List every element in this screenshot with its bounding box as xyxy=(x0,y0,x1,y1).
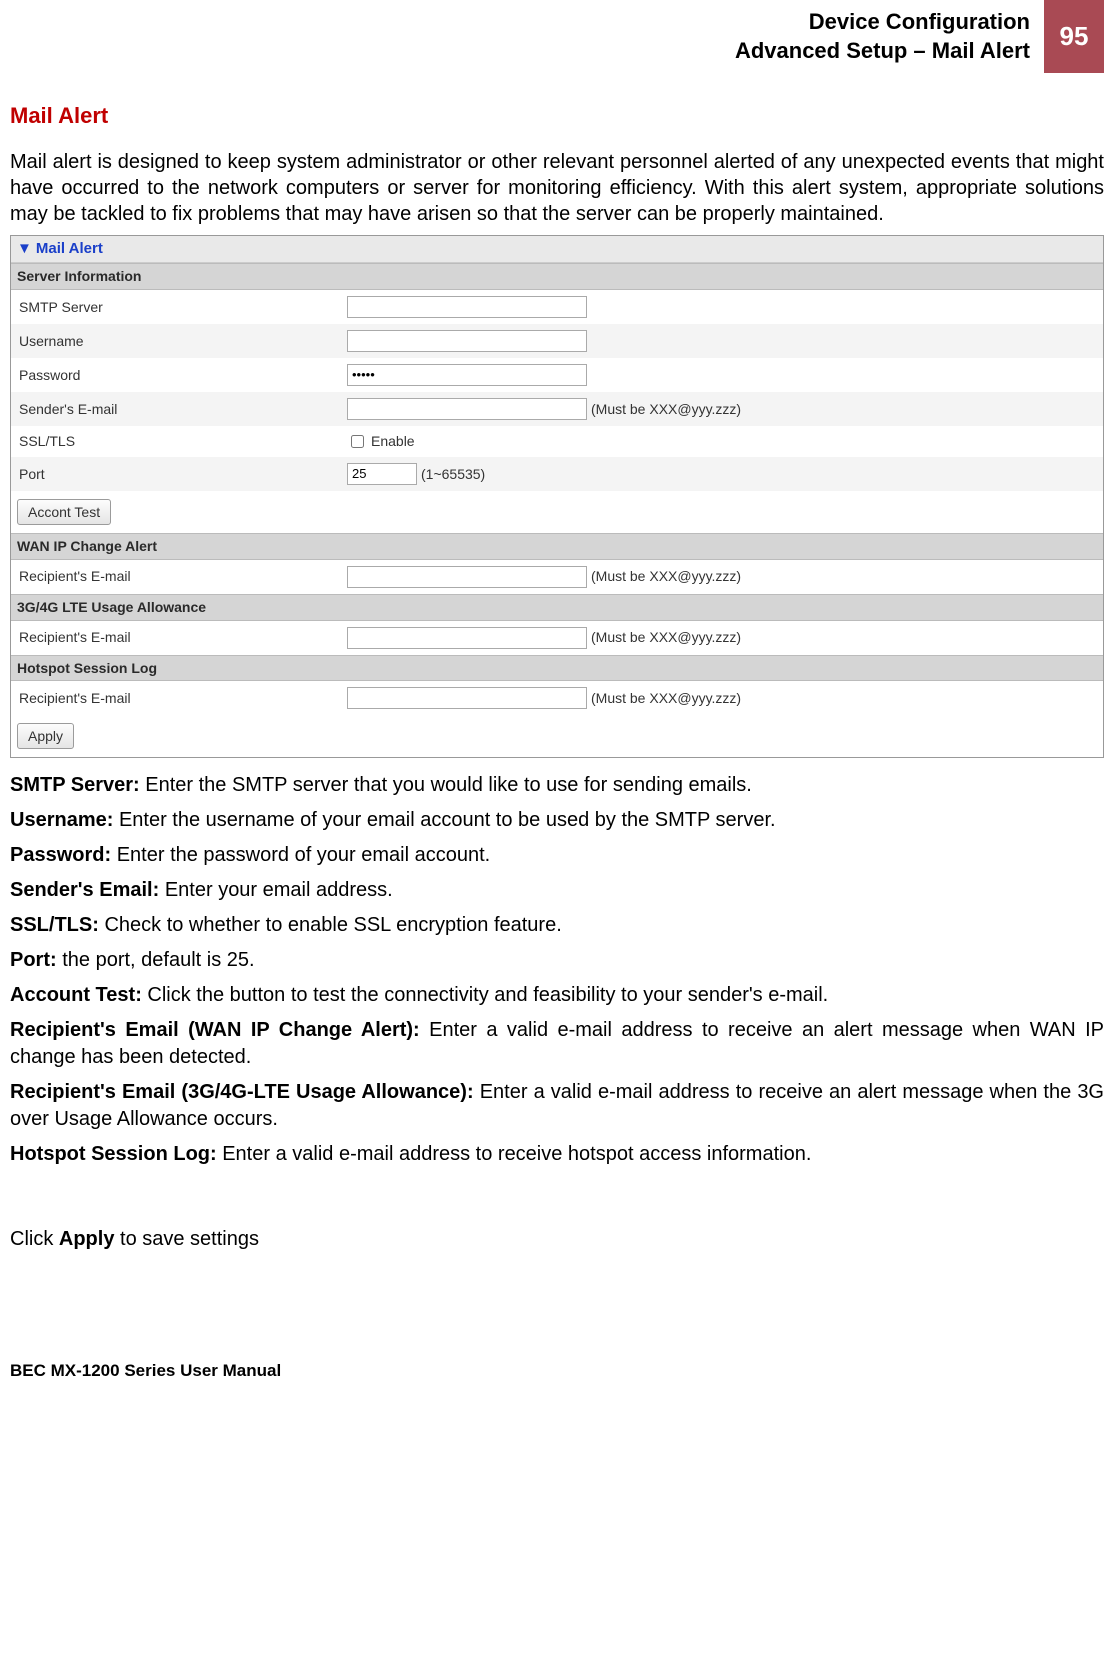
desc-hotspot-label: Hotspot Session Log: xyxy=(10,1143,222,1165)
row-sender-email: Sender's E-mail (Must be XXX@yyy.zzz) xyxy=(11,392,1103,426)
desc-port: Port: the port, default is 25. xyxy=(10,947,1104,974)
label-password: Password xyxy=(17,367,347,384)
row-port: Port (1~65535) xyxy=(11,457,1103,491)
desc-username: Username: Enter the username of your ema… xyxy=(10,807,1104,834)
server-information-heading: Server Information xyxy=(11,263,1103,290)
lte-recipient-input[interactable] xyxy=(347,627,587,649)
apply-instruction-post: to save settings xyxy=(114,1228,259,1250)
apply-instruction-pre: Click xyxy=(10,1228,59,1250)
desc-account-test-label: Account Test: xyxy=(10,984,147,1006)
row-apply: Apply xyxy=(11,715,1103,757)
password-input[interactable] xyxy=(347,364,587,386)
mail-alert-panel: ▼Mail Alert Server Information SMTP Serv… xyxy=(10,235,1104,758)
wan-ip-change-heading: WAN IP Change Alert xyxy=(11,533,1103,560)
desc-lte-recipient: Recipient's Email (3G/4G-LTE Usage Allow… xyxy=(10,1079,1104,1133)
port-input[interactable] xyxy=(347,463,417,485)
desc-sender-label: Sender's Email: xyxy=(10,879,165,901)
smtp-server-input[interactable] xyxy=(347,296,587,318)
row-account-test: Accont Test xyxy=(11,491,1103,533)
desc-smtp-label: SMTP Server: xyxy=(10,774,145,796)
ssl-enable-checkbox[interactable] xyxy=(351,435,364,448)
sender-email-hint: (Must be XXX@yyy.zzz) xyxy=(591,401,741,418)
desc-ssl-text: Check to whether to enable SSL encryptio… xyxy=(104,914,561,936)
row-smtp: SMTP Server xyxy=(11,290,1103,324)
desc-password: Password: Enter the password of your ema… xyxy=(10,842,1104,869)
label-ssl: SSL/TLS xyxy=(17,433,347,450)
section-title: Mail Alert xyxy=(10,103,1104,129)
desc-ssl-label: SSL/TLS: xyxy=(10,914,104,936)
header-line1: Device Configuration xyxy=(735,8,1030,37)
header-title-block: Device Configuration Advanced Setup – Ma… xyxy=(735,0,1044,73)
desc-username-label: Username: xyxy=(10,809,119,831)
desc-wan-recipient: Recipient's Email (WAN IP Change Alert):… xyxy=(10,1017,1104,1071)
chevron-down-icon: ▼ xyxy=(17,240,32,257)
apply-instruction-bold: Apply xyxy=(59,1228,115,1250)
desc-smtp: SMTP Server: Enter the SMTP server that … xyxy=(10,772,1104,799)
label-port: Port xyxy=(17,466,347,483)
label-smtp: SMTP Server xyxy=(17,299,347,316)
page-header: Device Configuration Advanced Setup – Ma… xyxy=(10,0,1104,73)
panel-title: Mail Alert xyxy=(36,240,103,257)
row-username: Username xyxy=(11,324,1103,358)
label-hotspot-recipient: Recipient's E-mail xyxy=(17,690,347,707)
username-input[interactable] xyxy=(347,330,587,352)
desc-sender: Sender's Email: Enter your email address… xyxy=(10,877,1104,904)
wan-recipient-hint: (Must be XXX@yyy.zzz) xyxy=(591,568,741,585)
footer-manual-title: BEC MX-1200 Series User Manual xyxy=(10,1361,1104,1381)
row-ssl: SSL/TLS Enable xyxy=(11,426,1103,457)
desc-lte-label: Recipient's Email (3G/4G-LTE Usage Allow… xyxy=(10,1081,480,1103)
header-line2: Advanced Setup – Mail Alert xyxy=(735,37,1030,66)
desc-sender-text: Enter your email address. xyxy=(165,879,393,901)
desc-password-text: Enter the password of your email account… xyxy=(117,844,491,866)
desc-hotspot-text: Enter a valid e-mail address to receive … xyxy=(222,1143,811,1165)
lte-usage-heading: 3G/4G LTE Usage Allowance xyxy=(11,594,1103,621)
row-lte-recipient: Recipient's E-mail (Must be XXX@yyy.zzz) xyxy=(11,621,1103,655)
desc-hotspot: Hotspot Session Log: Enter a valid e-mai… xyxy=(10,1141,1104,1168)
hotspot-session-heading: Hotspot Session Log xyxy=(11,655,1103,682)
apply-button[interactable]: Apply xyxy=(17,723,74,749)
label-sender-email: Sender's E-mail xyxy=(17,401,347,418)
lte-recipient-hint: (Must be XXX@yyy.zzz) xyxy=(591,629,741,646)
port-hint: (1~65535) xyxy=(421,466,485,483)
label-lte-recipient: Recipient's E-mail xyxy=(17,629,347,646)
desc-account-test-text: Click the button to test the connectivit… xyxy=(147,984,828,1006)
apply-instruction: Click Apply to save settings xyxy=(10,1228,1104,1251)
row-hotspot-recipient: Recipient's E-mail (Must be XXX@yyy.zzz) xyxy=(11,681,1103,715)
desc-password-label: Password: xyxy=(10,844,117,866)
desc-username-text: Enter the username of your email account… xyxy=(119,809,776,831)
desc-port-label: Port: xyxy=(10,949,62,971)
wan-recipient-input[interactable] xyxy=(347,566,587,588)
desc-wan-label: Recipient's Email (WAN IP Change Alert): xyxy=(10,1019,429,1041)
account-test-button[interactable]: Accont Test xyxy=(17,499,111,525)
ssl-enable-label: Enable xyxy=(371,433,415,450)
label-wan-recipient: Recipient's E-mail xyxy=(17,568,347,585)
panel-title-bar: ▼Mail Alert xyxy=(11,236,1103,263)
row-wan-recipient: Recipient's E-mail (Must be XXX@yyy.zzz) xyxy=(11,560,1103,594)
sender-email-input[interactable] xyxy=(347,398,587,420)
desc-smtp-text: Enter the SMTP server that you would lik… xyxy=(145,774,752,796)
row-password: Password xyxy=(11,358,1103,392)
desc-port-text: the port, default is 25. xyxy=(62,949,254,971)
page-number-badge: 95 xyxy=(1044,0,1104,73)
label-username: Username xyxy=(17,333,347,350)
hotspot-recipient-input[interactable] xyxy=(347,687,587,709)
intro-paragraph: Mail alert is designed to keep system ad… xyxy=(10,149,1104,227)
desc-account-test: Account Test: Click the button to test t… xyxy=(10,982,1104,1009)
hotspot-recipient-hint: (Must be XXX@yyy.zzz) xyxy=(591,690,741,707)
desc-ssl: SSL/TLS: Check to whether to enable SSL … xyxy=(10,912,1104,939)
